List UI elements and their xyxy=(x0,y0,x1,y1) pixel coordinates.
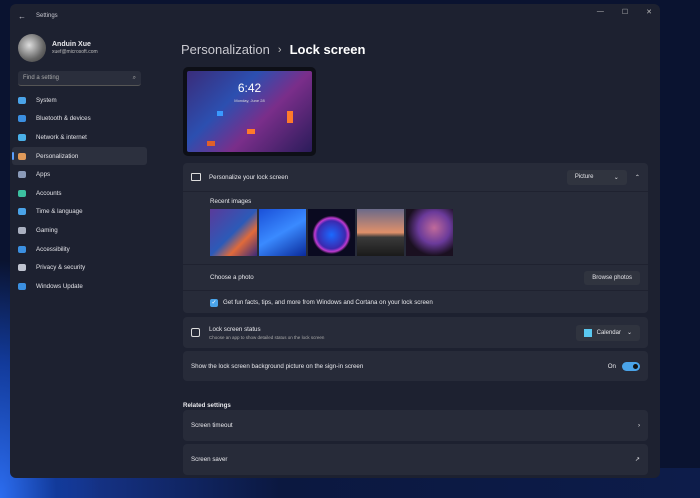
personalize-label: Personalize your lock screen xyxy=(209,173,289,181)
close-button[interactable]: ✕ xyxy=(646,8,652,16)
recent-images-label: Recent images xyxy=(210,198,252,205)
recent-image-3[interactable] xyxy=(308,209,355,256)
recent-image-2[interactable] xyxy=(259,209,306,256)
status-icon xyxy=(191,328,200,337)
sidebar-item-label: Windows Update xyxy=(36,282,83,290)
status-label: Lock screen status xyxy=(209,325,261,333)
chevron-down-icon: ⌄ xyxy=(613,174,619,181)
user-email: xuef@microsoft.com xyxy=(52,49,98,55)
sidebar-item-bluetooth-devices[interactable]: Bluetooth & devices xyxy=(12,110,147,129)
nav-icon xyxy=(18,189,26,197)
nav-icon xyxy=(18,133,26,141)
user-profile[interactable]: Anduin Xue xuef@microsoft.com xyxy=(18,34,98,62)
nav-icon xyxy=(18,282,26,290)
user-name: Anduin Xue xyxy=(52,41,91,48)
nav-icon xyxy=(18,245,26,253)
personalize-lock-screen-card: Personalize your lock screen Picture ⌄ ⌃ … xyxy=(183,163,648,313)
nav-icon xyxy=(18,208,26,216)
sidebar-item-windows-update[interactable]: Windows Update xyxy=(12,277,147,296)
nav-icon xyxy=(18,152,26,160)
sidebar-item-label: Personalization xyxy=(36,152,79,160)
sidebar-item-label: Gaming xyxy=(36,226,58,234)
screen-saver-link[interactable]: Screen saver ↗ xyxy=(183,444,648,475)
toggle-state: On xyxy=(607,362,616,370)
sidebar-item-time-language[interactable]: Time & language xyxy=(12,203,147,222)
chevron-right-icon: › xyxy=(637,422,640,429)
sidebar-item-label: Network & internet xyxy=(36,133,87,141)
sidebar-item-personalization[interactable]: Personalization xyxy=(12,146,147,166)
lock-screen-icon xyxy=(191,173,201,181)
avatar xyxy=(18,34,46,62)
sidebar-item-accounts[interactable]: Accounts xyxy=(12,184,147,203)
sign-in-background-label: Show the lock screen background picture … xyxy=(191,362,364,370)
back-arrow-icon[interactable]: ← xyxy=(18,12,26,21)
status-description: Choose an app to show detailed status on… xyxy=(209,334,325,340)
background-type-dropdown[interactable]: Picture ⌄ xyxy=(566,169,627,185)
chevron-right-icon: › xyxy=(277,43,282,56)
sidebar-item-network-internet[interactable]: Network & internet xyxy=(12,128,147,147)
search-icon: ⌕ xyxy=(132,75,136,81)
recent-image-5[interactable] xyxy=(406,209,453,256)
collapse-chevron-up-icon[interactable]: ⌃ xyxy=(635,174,640,181)
screen-timeout-link[interactable]: Screen timeout › xyxy=(183,410,648,441)
chevron-down-icon: ⌄ xyxy=(626,330,632,336)
recent-image-1[interactable] xyxy=(210,209,257,256)
recent-images xyxy=(210,209,648,256)
lock-screen-status-card: Lock screen status Choose an app to show… xyxy=(183,317,648,348)
maximize-button[interactable]: ☐ xyxy=(622,8,628,16)
fun-facts-label: Get fun facts, tips, and more from Windo… xyxy=(223,299,433,306)
external-link-icon: ↗ xyxy=(634,456,640,463)
settings-window: ← Settings — ☐ ✕ Anduin Xue xuef@microso… xyxy=(10,4,660,478)
preview-time: 6:42 xyxy=(237,81,262,95)
sign-in-background-card: Show the lock screen background picture … xyxy=(183,351,648,381)
choose-photo-label: Choose a photo xyxy=(210,274,254,281)
window-title: Settings xyxy=(36,13,58,19)
search-placeholder: Find a setting xyxy=(23,75,60,81)
preview-date: Monday, June 28 xyxy=(234,98,265,103)
sidebar-item-privacy-security[interactable]: Privacy & security xyxy=(12,258,147,277)
sign-in-background-toggle[interactable] xyxy=(622,361,640,371)
nav-icon xyxy=(18,226,26,234)
browse-photos-button[interactable]: Browse photos xyxy=(584,270,640,285)
sidebar-item-system[interactable]: System xyxy=(12,91,147,110)
page-title: Lock screen xyxy=(289,42,366,57)
status-app-dropdown[interactable]: Calendar ⌄ xyxy=(575,324,640,341)
sidebar-item-label: Accessibility xyxy=(36,245,70,253)
dropdown-value: Calendar xyxy=(596,329,621,336)
sidebar-item-label: Privacy & security xyxy=(36,264,86,272)
sidebar-item-label: Bluetooth & devices xyxy=(36,115,91,123)
minimize-button[interactable]: — xyxy=(597,8,604,16)
nav-icon xyxy=(18,115,26,123)
dropdown-value: Picture xyxy=(574,174,594,180)
sidebar-nav: System Bluetooth & devices Network & inter… xyxy=(12,91,147,296)
lock-screen-preview: 6:42 Monday, June 28 xyxy=(183,67,316,156)
breadcrumb-parent[interactable]: Personalization xyxy=(181,42,270,57)
recent-image-4[interactable] xyxy=(357,209,404,256)
sidebar-item-label: System xyxy=(36,96,57,104)
screen-saver-label: Screen saver xyxy=(191,456,228,463)
sidebar-item-label: Apps xyxy=(36,171,51,179)
fun-facts-checkbox[interactable]: ✓ xyxy=(210,298,218,307)
nav-icon xyxy=(18,171,26,179)
sidebar-item-label: Time & language xyxy=(36,208,83,216)
screen-timeout-label: Screen timeout xyxy=(191,422,233,429)
search-input[interactable]: Find a setting ⌕ xyxy=(18,71,141,86)
sidebar-item-apps[interactable]: Apps xyxy=(12,165,147,184)
sidebar-item-gaming[interactable]: Gaming xyxy=(12,221,147,240)
sidebar-item-accessibility[interactable]: Accessibility xyxy=(12,240,147,259)
calendar-icon xyxy=(583,328,592,337)
nav-icon xyxy=(18,264,26,272)
sidebar-item-label: Accounts xyxy=(36,189,62,197)
title-bar: ← Settings xyxy=(10,4,660,28)
breadcrumb: Personalization › Lock screen xyxy=(181,42,365,57)
nav-icon xyxy=(18,96,26,104)
related-settings-heading: Related settings xyxy=(183,402,231,409)
